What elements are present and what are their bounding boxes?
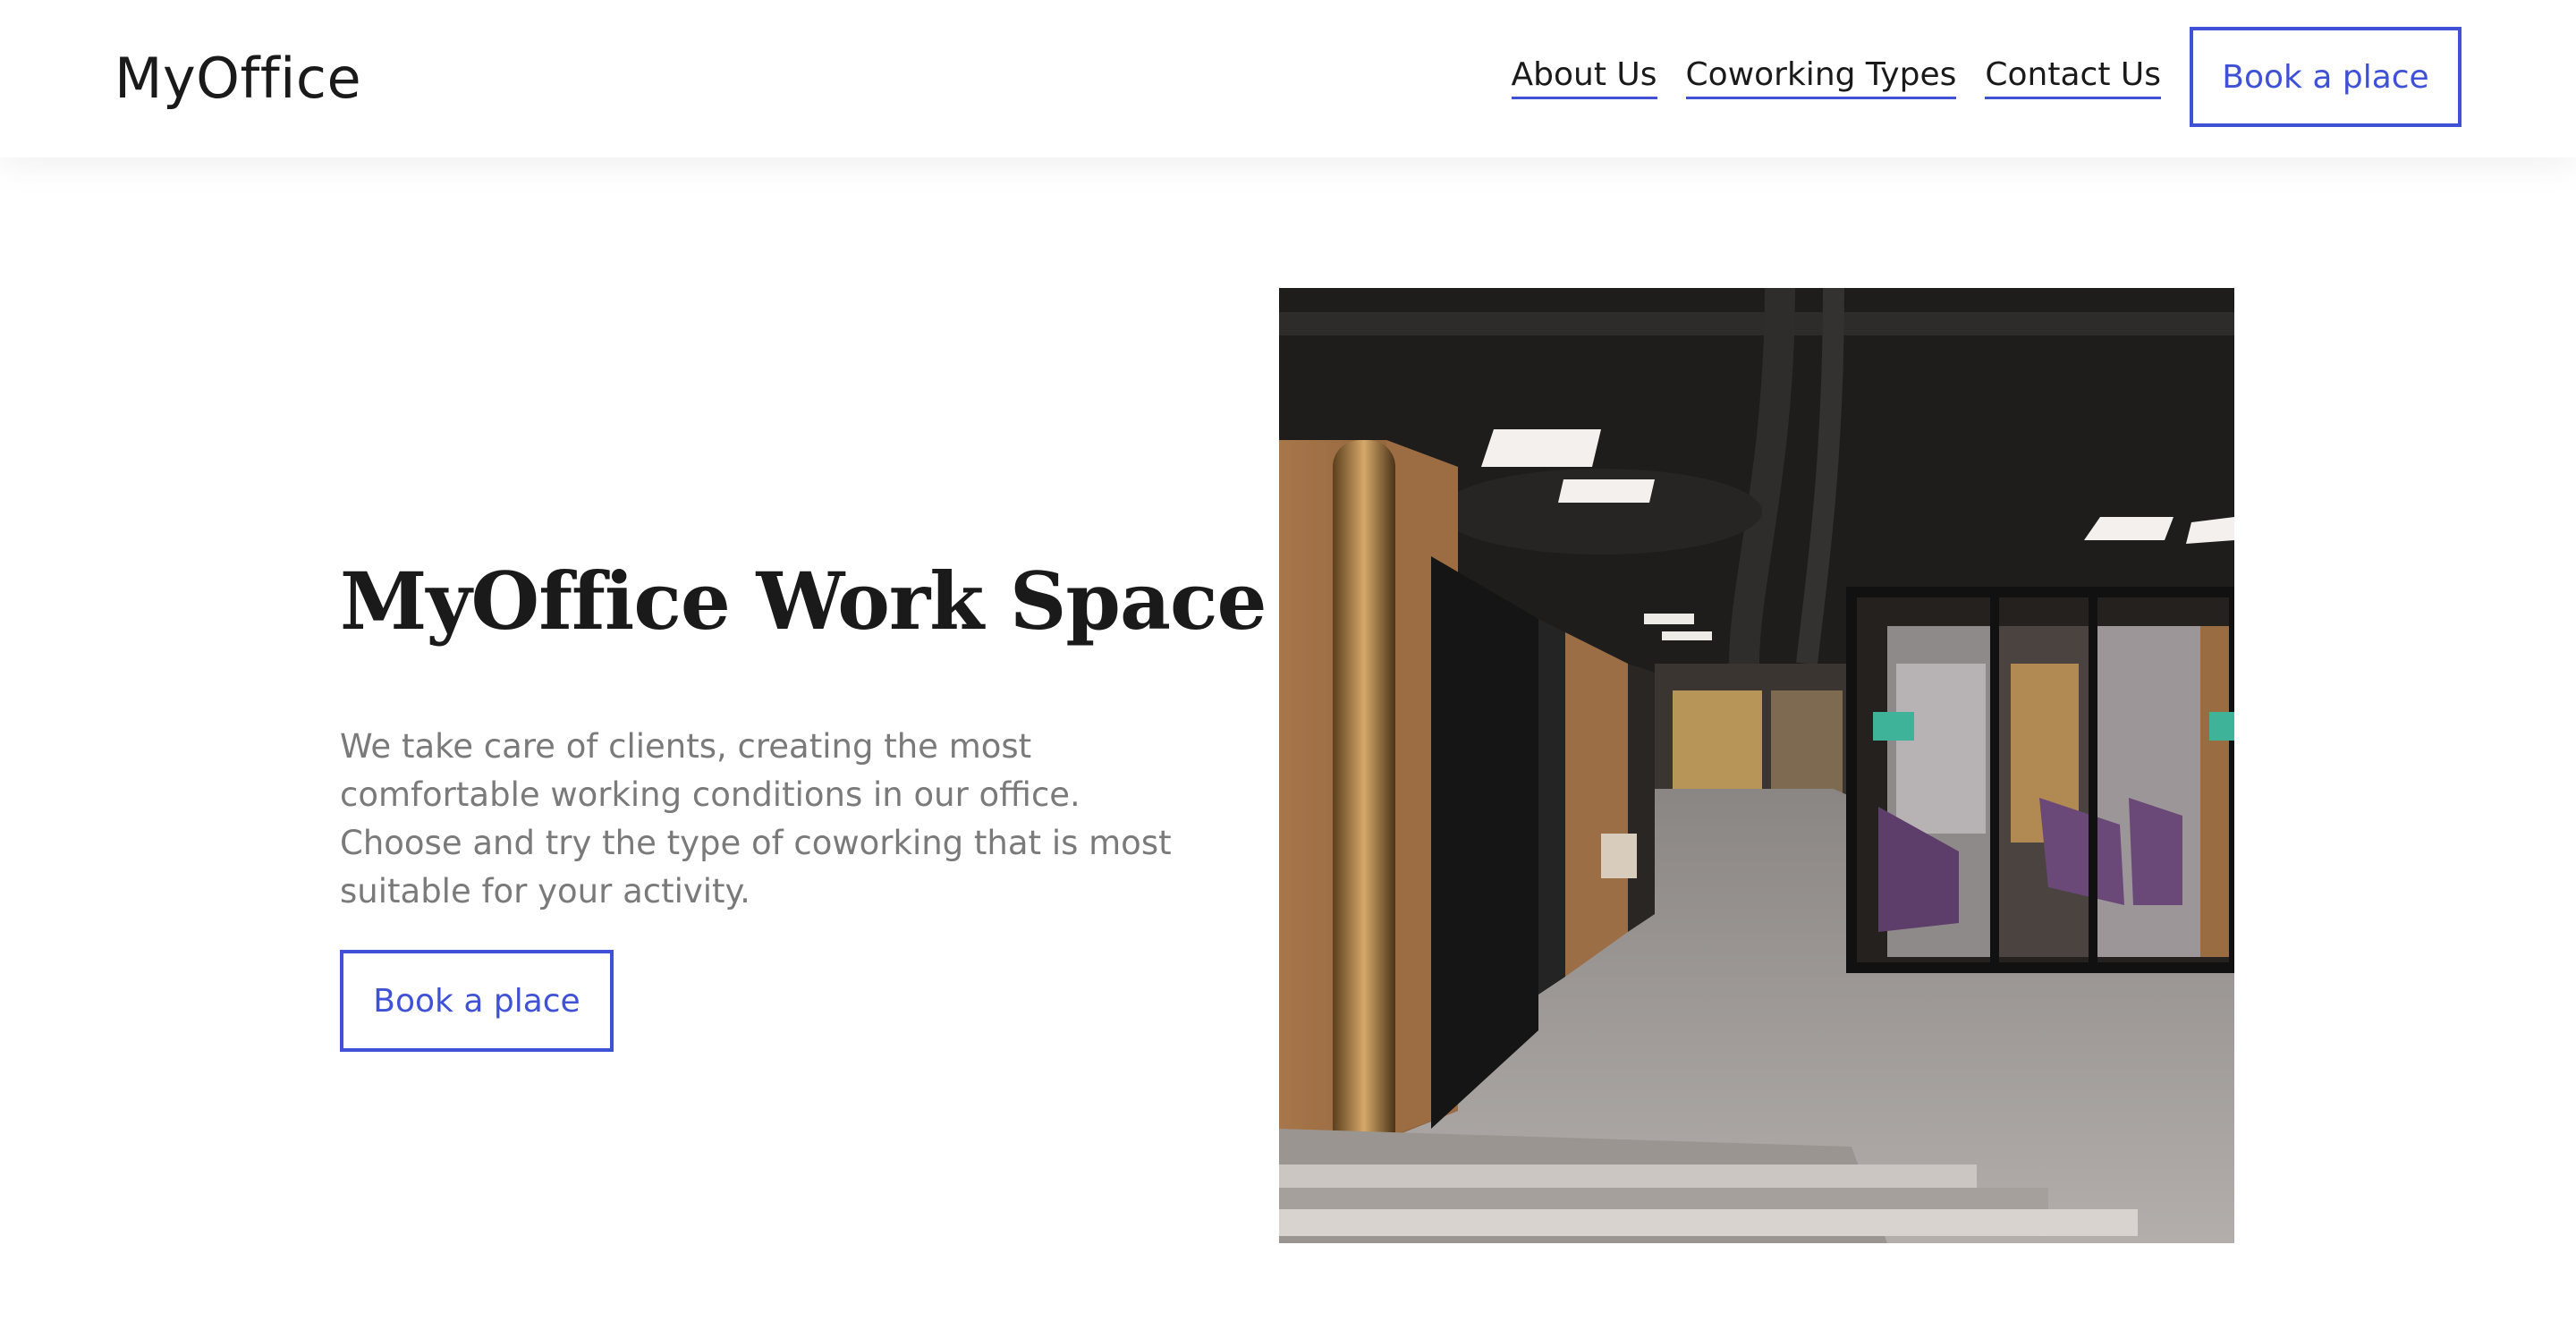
office-interior-illustration: [1279, 288, 2234, 1243]
header-book-button[interactable]: Book a place: [2190, 27, 2462, 127]
main-nav: About Us Coworking Types Contact Us Book…: [1511, 27, 2462, 127]
hero-book-button[interactable]: Book a place: [340, 950, 614, 1052]
logo-link[interactable]: MyOffice: [114, 43, 361, 114]
office-photo: [1279, 288, 2234, 1243]
nav-link-contact-us[interactable]: Contact Us: [1985, 55, 2161, 99]
nav-link-coworking-types[interactable]: Coworking Types: [1685, 55, 1957, 99]
site-header: MyOffice About Us Coworking Types Contac…: [0, 0, 2576, 157]
nav-link-about-us[interactable]: About Us: [1511, 55, 1657, 99]
hero-description: We take care of clients, creating the mo…: [340, 727, 1172, 910]
hero-title: MyOffice Work Space: [340, 555, 1267, 648]
